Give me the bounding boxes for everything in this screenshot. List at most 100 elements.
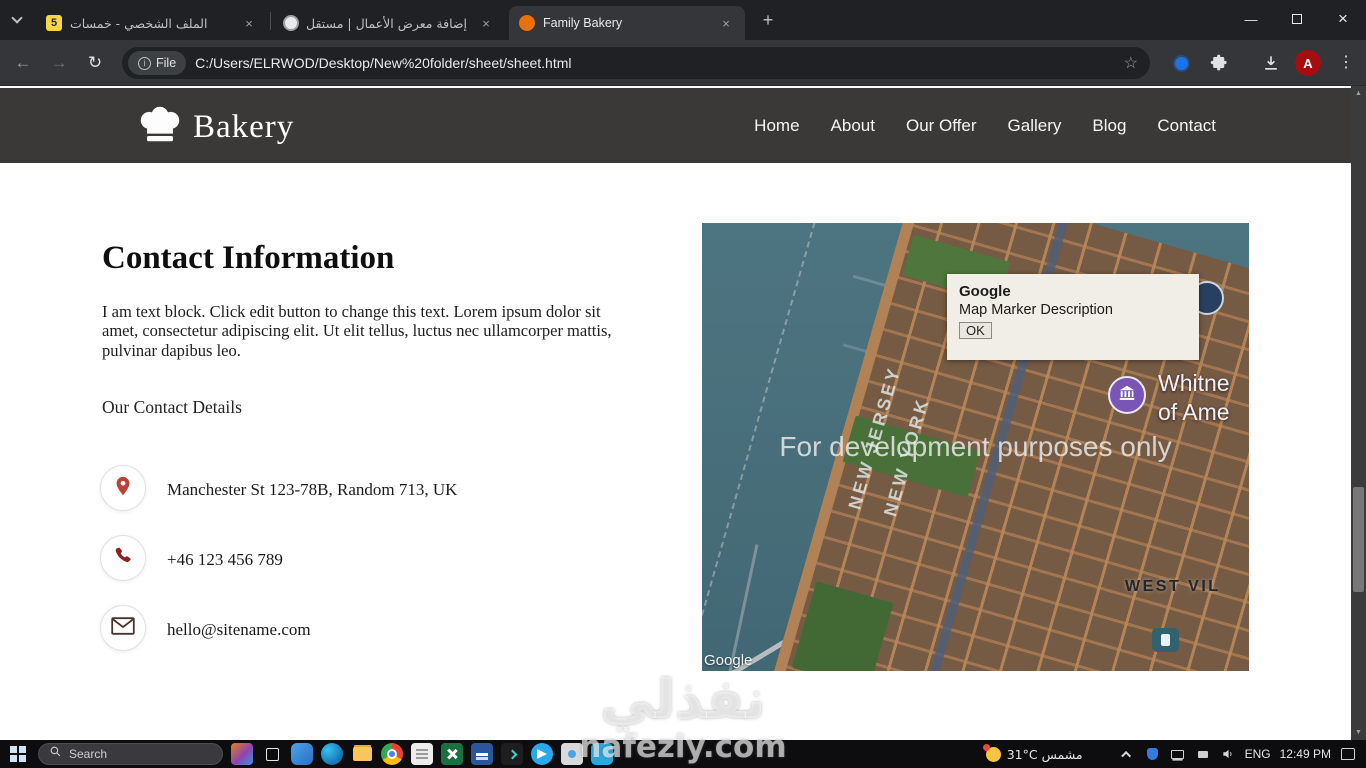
notification-center-button[interactable]: [1340, 746, 1356, 762]
start-button[interactable]: [6, 743, 30, 765]
tab-strip: 5 الملف الشخصي - خمسات × إضافة معرض الأع…: [0, 0, 1366, 40]
chrome-center: [387, 749, 397, 759]
alert-badge: [982, 743, 990, 751]
sun-icon: [982, 743, 1001, 762]
hidden-icons-chevron[interactable]: [1120, 746, 1136, 762]
tab-close-icon[interactable]: ×: [240, 14, 258, 32]
tab-family-bakery[interactable]: Family Bakery ×: [509, 6, 745, 40]
scrollbar-up-arrow[interactable]: ▲: [1351, 86, 1366, 101]
google-maps-logo[interactable]: Google: [704, 652, 752, 669]
nav-contact[interactable]: Contact: [1157, 116, 1216, 136]
main-nav: Home About Our Offer Gallery Blog Contac…: [754, 88, 1216, 163]
taskbar-app-widgets[interactable]: [291, 743, 313, 765]
tab-close-icon[interactable]: ×: [477, 14, 495, 32]
chef-hat-icon: [137, 104, 183, 151]
tab-khamsat[interactable]: 5 الملف الشخصي - خمسات ×: [36, 6, 268, 40]
transit-station-icon[interactable]: [1152, 628, 1179, 652]
taskbar-search-box[interactable]: Search: [38, 743, 223, 765]
search-icon: [49, 745, 62, 763]
taskbar-app-photos[interactable]: [231, 743, 253, 765]
family-bakery-favicon: [519, 15, 535, 31]
security-shield-icon[interactable]: [1145, 746, 1161, 762]
paper-plane-icon: [537, 749, 547, 759]
file-chip-label: File: [156, 56, 177, 70]
task-view-icon: [265, 747, 279, 761]
taskbar-app-vscode[interactable]: [591, 743, 613, 765]
email-icon-circle: [100, 605, 146, 651]
tab-search-button[interactable]: [10, 12, 24, 27]
bookmark-star-icon[interactable]: ☆: [1124, 53, 1138, 73]
info-window-description: Map Marker Description: [959, 302, 1113, 318]
scrollbar[interactable]: ▲ ▼: [1351, 86, 1366, 740]
notepad-lines: [416, 753, 428, 755]
window-close-button[interactable]: ×: [1320, 0, 1366, 38]
window-minimize-button[interactable]: —: [1228, 0, 1274, 38]
extensions-puzzle-icon[interactable]: [1210, 53, 1229, 77]
usb-icon[interactable]: [1195, 746, 1211, 762]
google-map-embed[interactable]: NEW JERSEY NEW YORK For development purp…: [702, 223, 1249, 671]
clock[interactable]: 12:49 PM: [1280, 747, 1331, 761]
taskbar: Search 31°C مشمس ENG 12:49 PM: [0, 740, 1366, 768]
dev-watermark-text: For development purposes only: [779, 431, 1172, 462]
taskbar-app-edge[interactable]: [321, 743, 343, 765]
address-icon-circle: [100, 465, 146, 511]
taskbar-app-file-explorer[interactable]: [351, 743, 373, 765]
site-header: Bakery Home About Our Offer Gallery Blog…: [0, 88, 1366, 163]
phone-icon-circle: [100, 535, 146, 581]
tab-title: Family Bakery: [543, 16, 623, 30]
search-label: Search: [69, 747, 108, 761]
task-view-button[interactable]: [261, 743, 283, 765]
display-icon[interactable]: [1170, 746, 1186, 762]
volume-icon[interactable]: [1220, 746, 1236, 762]
page-viewport: Bakery Home About Our Offer Gallery Blog…: [0, 86, 1366, 740]
nav-home[interactable]: Home: [754, 116, 799, 136]
reload-button[interactable]: ↻: [82, 50, 108, 76]
museum-marker[interactable]: [1108, 376, 1146, 414]
whitney-label-line1: Whitne: [1158, 370, 1230, 396]
downloads-icon[interactable]: [1261, 53, 1281, 78]
extension-blue-dot-icon[interactable]: [1175, 57, 1188, 70]
windows-logo-icon: [10, 746, 26, 762]
browser-toolbar: ← → ↻ i File C:/Users/ELRWOD/Desktop/New…: [0, 40, 1366, 86]
bakery-logo[interactable]: Bakery: [137, 104, 294, 151]
file-scheme-chip: i File: [128, 51, 187, 75]
tab-separator: [270, 12, 271, 30]
chevron-down-icon: [11, 12, 23, 24]
taskbar-app-terminal[interactable]: [501, 743, 523, 765]
address-text: Manchester St 123-78B, Random 713, UK: [167, 480, 458, 499]
taskbar-app-excel[interactable]: [441, 743, 463, 765]
prompt-icon: [507, 749, 517, 759]
taskbar-app-telegram[interactable]: [531, 743, 553, 765]
nav-about[interactable]: About: [831, 116, 875, 136]
email-icon: [111, 616, 135, 640]
email-text: hello@sitename.com: [167, 620, 311, 639]
weather-button[interactable]: 31°C مشمس: [982, 743, 1083, 762]
taskbar-app-chrome[interactable]: [381, 743, 403, 765]
nav-blog[interactable]: Blog: [1092, 116, 1126, 136]
language-indicator[interactable]: ENG: [1245, 747, 1271, 761]
tab-close-icon[interactable]: ×: [717, 14, 735, 32]
tab-title: إضافة معرض الأعمال | مستقل: [307, 15, 467, 31]
forward-button[interactable]: →: [46, 50, 72, 76]
info-window-ok-button[interactable]: OK: [959, 322, 992, 339]
nav-gallery[interactable]: Gallery: [1008, 116, 1062, 136]
map-pin-icon: [112, 475, 134, 502]
address-bar[interactable]: i File C:/Users/ELRWOD/Desktop/New%20fol…: [122, 47, 1150, 79]
intro-paragraph: I am text block. Click edit button to ch…: [102, 302, 612, 360]
profile-avatar[interactable]: A: [1295, 50, 1321, 76]
scrollbar-down-arrow[interactable]: ▼: [1351, 725, 1366, 740]
menu-kebab-icon[interactable]: ⋮: [1338, 52, 1354, 72]
scrollbar-thumb[interactable]: [1353, 487, 1364, 592]
taskbar-app-notepad[interactable]: [411, 743, 433, 765]
nav-our-offer[interactable]: Our Offer: [906, 116, 977, 136]
window-maximize-button[interactable]: [1274, 0, 1320, 38]
tab-mostaql[interactable]: إضافة معرض الأعمال | مستقل ×: [273, 6, 505, 40]
url-text: C:/Users/ELRWOD/Desktop/New%20folder/she…: [195, 55, 572, 71]
taskbar-app-photos-legacy[interactable]: [561, 743, 583, 765]
photo-dot: [568, 750, 576, 758]
back-button[interactable]: ←: [10, 50, 36, 76]
taskbar-app-word[interactable]: [471, 743, 493, 765]
pedestrian-icon: [1161, 634, 1170, 646]
new-tab-button[interactable]: +: [756, 8, 780, 32]
folder-icon: [352, 747, 372, 761]
